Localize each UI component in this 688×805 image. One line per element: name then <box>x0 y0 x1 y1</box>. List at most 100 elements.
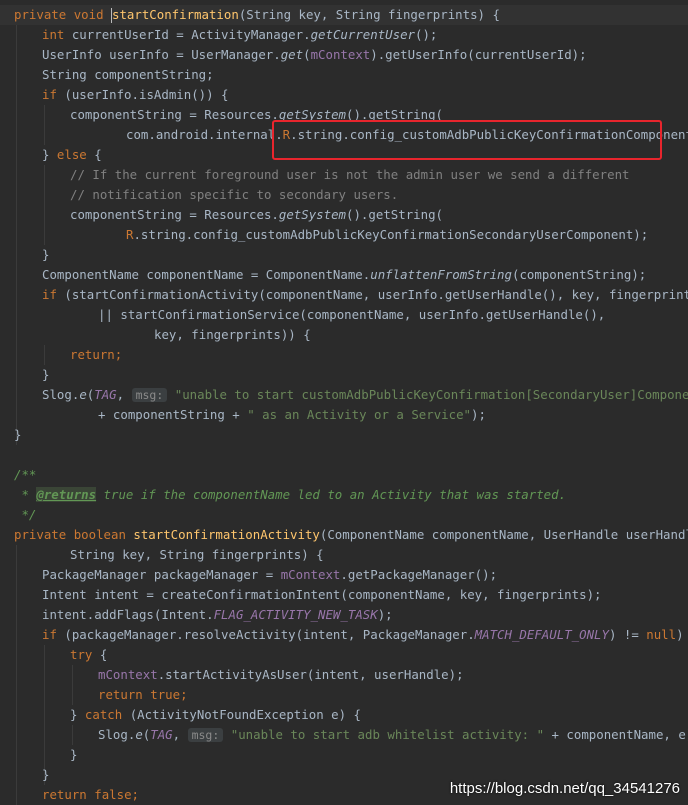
keyword: try <box>70 647 93 662</box>
indent-guide <box>44 345 45 365</box>
code-text: } <box>42 147 57 162</box>
code-line[interactable]: } <box>42 245 49 265</box>
javadoc-line[interactable]: /** <box>14 465 36 485</box>
indent-guide <box>72 665 73 705</box>
code-line[interactable]: String componentString; <box>42 65 214 85</box>
code-text: ); <box>471 407 486 422</box>
indent-guide <box>16 25 17 445</box>
code-text: ().getString( <box>346 207 443 222</box>
code-line[interactable]: PackageManager packageManager = mContext… <box>42 565 497 585</box>
keyword: else <box>56 147 87 162</box>
static-call: getSystem <box>278 207 347 222</box>
code-text: ; <box>131 787 140 802</box>
code-text: (packageManager.resolveActivity(intent, … <box>56 627 475 642</box>
code-line[interactable]: if (packageManager.resolveActivity(inten… <box>42 625 688 645</box>
code-text: componentString = Resources. <box>70 107 279 122</box>
code-text: { <box>92 647 108 662</box>
comment-line[interactable]: // If the current foreground user is not… <box>70 165 630 185</box>
code-text: intent.addFlags(Intent. <box>42 607 214 622</box>
code-text: || startConfirmationService(componentNam… <box>98 307 606 322</box>
code-line[interactable]: private void startConfirmation(String ke… <box>14 5 500 25</box>
code-line[interactable]: return; <box>70 345 122 365</box>
code-line[interactable]: int currentUserId = ActivityManager.getC… <box>42 25 437 45</box>
keyword: boolean <box>73 527 126 542</box>
code-line[interactable]: try { <box>70 645 107 665</box>
code-text: } <box>14 427 22 442</box>
code-text: ( <box>303 47 311 62</box>
code-text: ; <box>114 347 123 362</box>
keyword: private <box>14 527 67 542</box>
code-text: (String key, String fingerprints) { <box>238 7 500 22</box>
javadoc-line[interactable]: * @returns true if the componentName led… <box>14 485 566 505</box>
code-line[interactable]: return false; <box>42 785 139 805</box>
code-line[interactable]: Slog.e(TAG, msg: "unable to start custom… <box>42 385 688 405</box>
watermark: https://blog.csdn.net/qq_34541276 <box>449 780 680 797</box>
field: MATCH_DEFAULT_ONLY <box>474 627 609 642</box>
keyword: false <box>94 787 132 802</box>
code-line[interactable]: return true; <box>98 685 188 705</box>
code-text: com.android.internal. <box>126 127 283 142</box>
code-line[interactable]: componentString = Resources.getSystem().… <box>70 205 443 225</box>
code-line[interactable]: R.string.config_customAdbPublicKeyConfir… <box>126 225 648 245</box>
indent-guide <box>44 105 45 145</box>
parameter-hint: msg: <box>131 388 168 402</box>
keyword: catch <box>84 707 123 722</box>
javadoc-line[interactable]: */ <box>14 505 36 525</box>
code-line[interactable]: } else { <box>42 145 102 165</box>
code-line[interactable]: UserInfo userInfo = UserManager.get(mCon… <box>42 45 587 65</box>
code-line[interactable]: } <box>14 425 21 445</box>
code-text: (ActivityNotFoundException e) { <box>122 707 361 722</box>
field: mContext <box>98 667 158 682</box>
code-line[interactable]: } <box>42 365 49 385</box>
keyword: return <box>98 687 143 702</box>
code-text: ; <box>180 687 188 702</box>
code-line[interactable]: } catch (ActivityNotFoundException e) { <box>70 705 361 725</box>
code-line[interactable]: String key, String fingerprints) { <box>70 545 324 565</box>
indent-guide <box>44 165 45 245</box>
code-text: , <box>116 387 132 402</box>
code-line[interactable]: ComponentName componentName = ComponentN… <box>42 265 646 285</box>
code-text: componentString = Resources. <box>70 207 279 222</box>
code-text: Slog. <box>42 387 80 402</box>
code-text: + componentString + <box>98 407 248 422</box>
code-line[interactable]: mContext.startActivityAsUser(intent, use… <box>98 665 464 685</box>
code-line[interactable]: } <box>42 765 49 785</box>
code-line[interactable]: } <box>70 745 77 765</box>
code-line[interactable]: intent.addFlags(Intent.FLAG_ACTIVITY_NEW… <box>42 605 393 625</box>
code-editor[interactable]: private void startConfirmation(String ke… <box>0 0 688 805</box>
comment-line[interactable]: // notification specific to secondary us… <box>70 185 398 205</box>
code-text: currentUserId = ActivityManager. <box>64 27 311 42</box>
code-text: ).getUserInfo(currentUserId); <box>370 47 587 62</box>
keyword: int <box>42 27 65 42</box>
code-text: String componentString; <box>42 67 214 82</box>
code-text: PackageManager packageManager = <box>42 567 281 582</box>
code-line[interactable]: if (userInfo.isAdmin()) { <box>42 85 229 105</box>
code-line[interactable]: Slog.e(TAG, msg: "unable to start adb wh… <box>98 725 688 745</box>
code-text: Slog. <box>98 727 136 742</box>
javadoc-tag: @returns <box>36 487 97 502</box>
string-literal: "unable to start adb whitelist activity:… <box>230 727 545 742</box>
keyword: null <box>646 627 677 642</box>
code-line[interactable]: + componentString + " as an Activity or … <box>98 405 486 425</box>
field: mContext <box>310 47 371 62</box>
keyword: true <box>150 687 181 702</box>
keyword: if <box>42 287 57 302</box>
code-line[interactable]: private boolean startConfirmationActivit… <box>14 525 688 545</box>
javadoc-text: true if the componentName led to an Acti… <box>96 487 567 502</box>
keyword: if <box>42 627 57 642</box>
code-text: UserInfo userInfo = UserManager. <box>42 47 281 62</box>
code-text: (componentString); <box>511 267 647 282</box>
code-text: .string.config_customAdbPublicKeyConfirm… <box>133 227 649 242</box>
indent-guide <box>44 645 45 785</box>
indent-guide <box>16 545 17 805</box>
code-text: ComponentName componentName = ComponentN… <box>42 267 371 282</box>
code-line[interactable]: Intent intent = createConfirmationIntent… <box>42 585 602 605</box>
code-line[interactable]: || startConfirmationService(componentNam… <box>98 305 605 325</box>
code-line[interactable]: if (startConfirmationActivity(componentN… <box>42 285 688 305</box>
field: FLAG_ACTIVITY_NEW_TASK <box>213 607 378 622</box>
field: TAG <box>94 387 117 402</box>
red-highlight-box <box>272 120 662 160</box>
code-line[interactable]: key, fingerprints)) { <box>154 325 311 345</box>
code-text: Intent intent = createConfirmationIntent… <box>42 587 602 602</box>
field: TAG <box>150 727 173 742</box>
